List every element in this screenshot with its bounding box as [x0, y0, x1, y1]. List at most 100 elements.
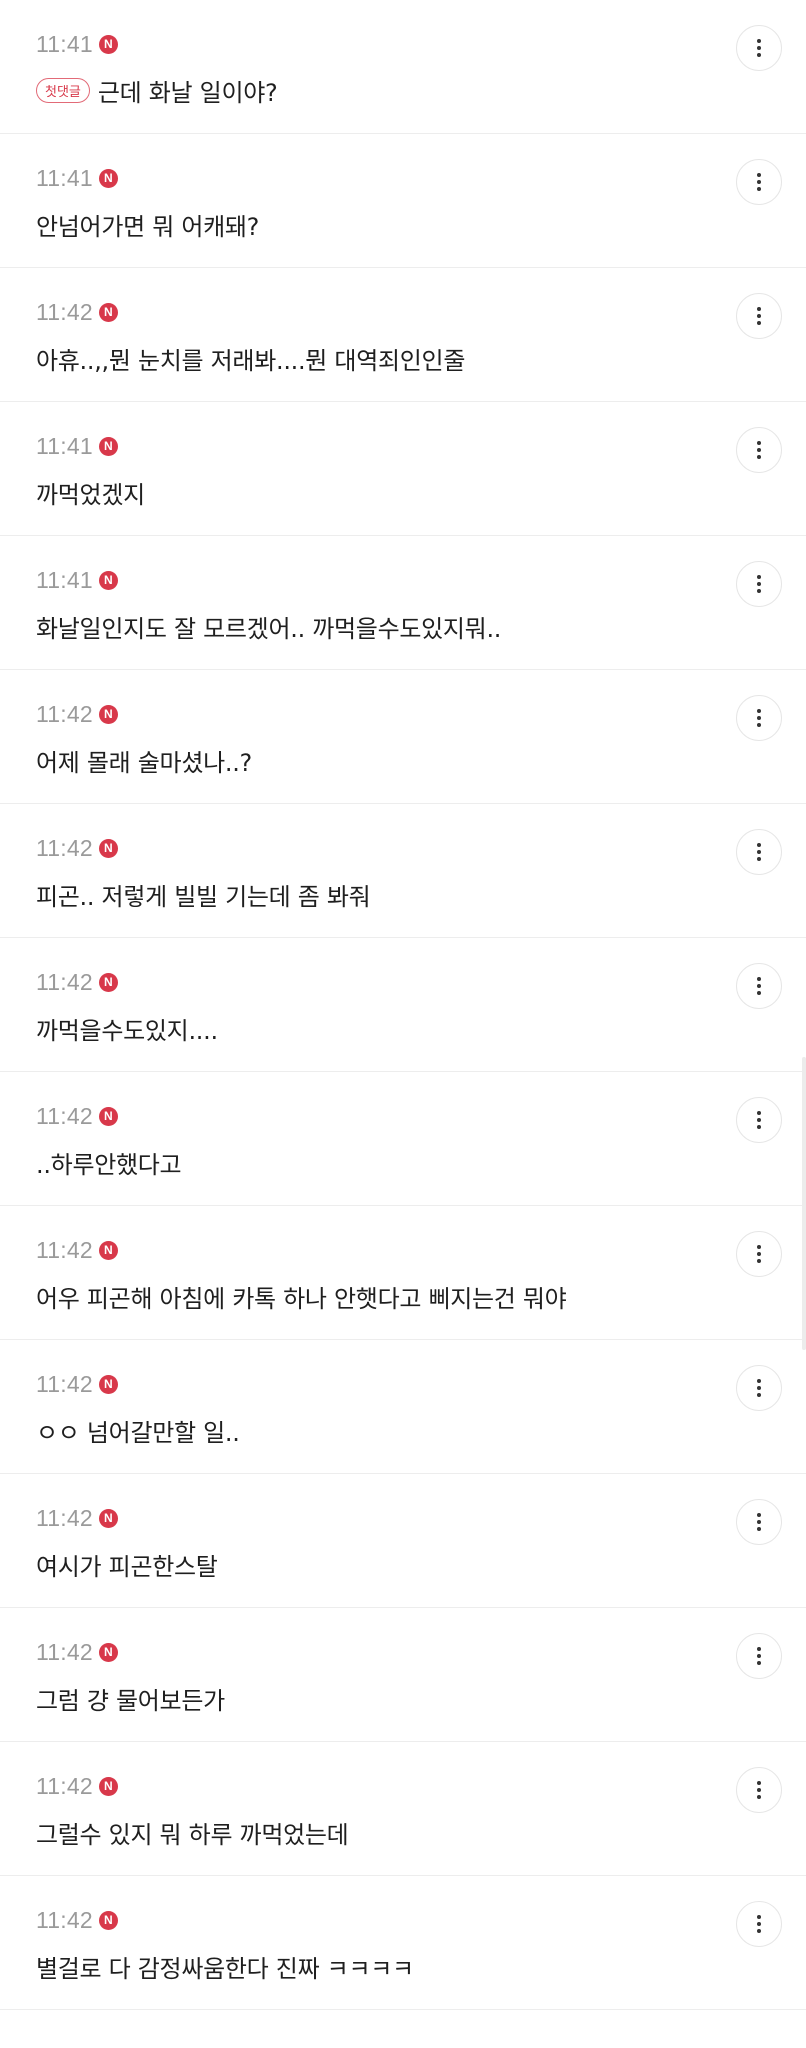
new-badge-icon: N	[98, 1910, 118, 1930]
more-vertical-icon	[757, 991, 761, 995]
comment-body: 까먹을수도있지....	[36, 1008, 696, 1048]
comment-item: 11:41 N 까먹었겠지	[0, 402, 806, 536]
comment-body: 아휴..,,뭔 눈치를 저래봐....뭔 대역죄인인줄	[36, 338, 696, 378]
more-options-button[interactable]	[736, 561, 782, 607]
more-vertical-icon	[757, 723, 761, 727]
comment-meta: 11:42 N	[36, 1100, 118, 1132]
comment-text: 피곤.. 저렇게 빌빌 기는데 좀 봐줘	[36, 882, 371, 911]
more-vertical-icon	[757, 180, 761, 184]
comment-item: 11:42 N 피곤.. 저렇게 빌빌 기는데 좀 봐줘	[0, 804, 806, 938]
comment-item: 11:42 N ..하루안했다고	[0, 1072, 806, 1206]
more-options-button[interactable]	[736, 963, 782, 1009]
new-badge-icon: N	[98, 838, 118, 858]
new-badge-icon: N	[98, 1374, 118, 1394]
comment-text: 안넘어가면 뭐 어캐돼?	[36, 212, 260, 241]
comment-item: 11:42 N 여시가 피곤한스탈	[0, 1474, 806, 1608]
more-vertical-icon	[757, 582, 761, 586]
more-options-button[interactable]	[736, 427, 782, 473]
comment-timestamp: 11:42	[36, 1236, 93, 1263]
more-options-button[interactable]	[736, 25, 782, 71]
comment-timestamp: 11:42	[36, 1102, 93, 1129]
comment-text: ㅇㅇ 넘어갈만할 일..	[36, 1418, 240, 1447]
comment-item: 11:41 N 안넘어가면 뭐 어캐돼?	[0, 134, 806, 268]
more-options-button[interactable]	[736, 293, 782, 339]
more-vertical-icon	[757, 1513, 761, 1517]
more-vertical-icon	[757, 1661, 761, 1665]
new-badge-icon: N	[98, 972, 118, 992]
comment-item: 11:42 N 아휴..,,뭔 눈치를 저래봐....뭔 대역죄인인줄	[0, 268, 806, 402]
new-badge-icon: N	[98, 168, 118, 188]
more-vertical-icon	[757, 575, 761, 579]
more-vertical-icon	[757, 1379, 761, 1383]
comment-text: 아휴..,,뭔 눈치를 저래봐....뭔 대역죄인인줄	[36, 346, 466, 375]
comment-text: 여시가 피곤한스탈	[36, 1552, 218, 1581]
more-vertical-icon	[757, 1393, 761, 1397]
more-options-button[interactable]	[736, 695, 782, 741]
new-badge-icon: N	[98, 1508, 118, 1528]
comment-meta: 11:42 N	[36, 1502, 118, 1534]
more-vertical-icon	[757, 321, 761, 325]
new-badge-icon: N	[98, 704, 118, 724]
scroll-indicator[interactable]	[802, 1057, 806, 1350]
comment-meta: 11:42 N	[36, 832, 118, 864]
comment-item: 11:41 N 화날일인지도 잘 모르겠어.. 까먹을수도있지뭐..	[0, 536, 806, 670]
comment-timestamp: 11:42	[36, 1504, 93, 1531]
more-vertical-icon	[757, 1118, 761, 1122]
first-comment-tag: 첫댓글	[36, 77, 90, 103]
more-vertical-icon	[757, 1647, 761, 1651]
new-badge-icon: N	[98, 570, 118, 590]
comment-item: 11:42 N ㅇㅇ 넘어갈만할 일..	[0, 1340, 806, 1474]
more-vertical-icon	[757, 1788, 761, 1792]
comment-timestamp: 11:42	[36, 298, 93, 325]
more-options-button[interactable]	[736, 1901, 782, 1947]
comment-text: 어우 피곤해 아침에 카톡 하나 안햇다고 삐지는건 뭐야	[36, 1284, 567, 1313]
comment-meta: 11:41 N	[36, 564, 118, 596]
more-vertical-icon	[757, 589, 761, 593]
more-options-button[interactable]	[736, 1365, 782, 1411]
comment-body: 그럼 걍 물어보든가	[36, 1678, 696, 1718]
comment-timestamp: 11:41	[36, 566, 93, 593]
new-badge-icon: N	[98, 302, 118, 322]
comment-body: 별걸로 다 감정싸움한다 진짜 ㅋㅋㅋㅋ	[36, 1946, 696, 1986]
more-vertical-icon	[757, 314, 761, 318]
more-options-button[interactable]	[736, 1499, 782, 1545]
more-options-button[interactable]	[736, 1231, 782, 1277]
comment-meta: 11:42 N	[36, 1234, 118, 1266]
comment-text: 화날일인지도 잘 모르겠어.. 까먹을수도있지뭐..	[36, 614, 502, 643]
more-vertical-icon	[757, 1245, 761, 1249]
comment-meta: 11:42 N	[36, 966, 118, 998]
more-vertical-icon	[757, 455, 761, 459]
more-options-button[interactable]	[736, 1633, 782, 1679]
more-options-button[interactable]	[736, 1097, 782, 1143]
comment-body: 첫댓글 근데 화날 일이야?	[36, 70, 696, 110]
comment-item: 11:42 N 어제 몰래 술마셨나..?	[0, 670, 806, 804]
more-vertical-icon	[757, 1654, 761, 1658]
comment-meta: 11:42 N	[36, 1636, 118, 1668]
more-vertical-icon	[757, 843, 761, 847]
more-vertical-icon	[757, 1915, 761, 1919]
more-vertical-icon	[757, 1520, 761, 1524]
comment-meta: 11:42 N	[36, 296, 118, 328]
more-vertical-icon	[757, 1781, 761, 1785]
comment-text: 까먹었겠지	[36, 480, 145, 509]
comment-meta: 11:41 N	[36, 28, 118, 60]
comment-body: 여시가 피곤한스탈	[36, 1544, 696, 1584]
more-vertical-icon	[757, 173, 761, 177]
comment-text: 근데 화날 일이야?	[97, 78, 278, 107]
more-vertical-icon	[757, 1252, 761, 1256]
more-vertical-icon	[757, 1527, 761, 1531]
new-badge-icon: N	[98, 34, 118, 54]
more-options-button[interactable]	[736, 829, 782, 875]
comment-body: 피곤.. 저렇게 빌빌 기는데 좀 봐줘	[36, 874, 696, 914]
more-vertical-icon	[757, 977, 761, 981]
comment-timestamp: 11:42	[36, 1370, 93, 1397]
comment-text: ..하루안했다고	[36, 1150, 182, 1179]
comment-timestamp: 11:42	[36, 968, 93, 995]
comment-item: 11:42 N 그럴수 있지 뭐 하루 까먹었는데	[0, 1742, 806, 1876]
more-vertical-icon	[757, 850, 761, 854]
more-options-button[interactable]	[736, 1767, 782, 1813]
more-options-button[interactable]	[736, 159, 782, 205]
comment-timestamp: 11:42	[36, 1638, 93, 1665]
comment-body: 화날일인지도 잘 모르겠어.. 까먹을수도있지뭐..	[36, 606, 696, 646]
comment-item: 11:42 N 어우 피곤해 아침에 카톡 하나 안햇다고 삐지는건 뭐야	[0, 1206, 806, 1340]
